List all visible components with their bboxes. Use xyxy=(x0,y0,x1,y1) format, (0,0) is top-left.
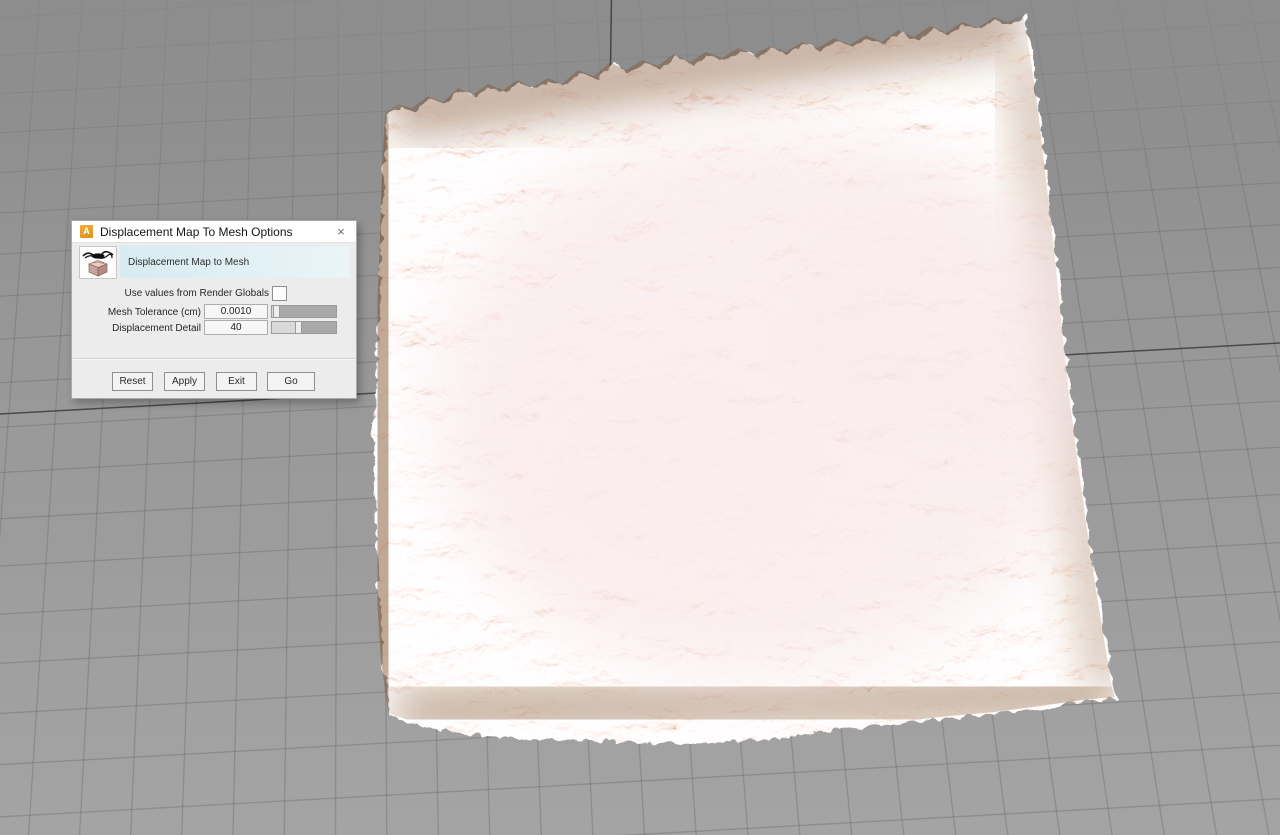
viewport-render xyxy=(0,0,1280,742)
header-banner: Displacement Map to Mesh xyxy=(120,246,350,278)
displacement-detail-field[interactable]: 40 xyxy=(204,320,268,335)
dialog-title: Displacement Map To Mesh Options xyxy=(100,224,293,239)
render-globals-label: Use values from Render Globals xyxy=(124,288,269,299)
mesh-tolerance-slider[interactable] xyxy=(271,305,337,318)
displacement-detail-label: Displacement Detail xyxy=(112,323,201,334)
slider-thumb[interactable] xyxy=(272,305,280,318)
apply-button[interactable]: Apply xyxy=(164,372,205,391)
reset-button[interactable]: Reset xyxy=(112,372,153,391)
render-globals-checkbox[interactable] xyxy=(272,286,287,301)
displacement-map-to-mesh-icon xyxy=(79,246,117,279)
displaced-mesh-object[interactable] xyxy=(372,14,1140,742)
mesh-tolerance-label: Mesh Tolerance (cm) xyxy=(107,307,201,318)
go-button[interactable]: Go xyxy=(267,372,315,391)
maya-viewport[interactable]: A Displacement Map To Mesh Options × Dis… xyxy=(0,0,1280,835)
exit-button[interactable]: Exit xyxy=(216,372,257,391)
displacement-detail-slider[interactable] xyxy=(271,321,337,334)
mesh-tolerance-field[interactable]: 0.0010 xyxy=(204,304,268,319)
header-label: Displacement Map to Mesh xyxy=(128,256,250,268)
autodesk-logo-icon: A xyxy=(80,225,93,238)
close-icon[interactable]: × xyxy=(332,223,350,241)
slider-thumb[interactable] xyxy=(294,321,302,334)
dialog-titlebar[interactable]: A Displacement Map To Mesh Options × xyxy=(72,221,356,243)
dialog-divider xyxy=(73,358,355,360)
displacement-options-dialog: A Displacement Map To Mesh Options × Dis… xyxy=(71,220,357,399)
